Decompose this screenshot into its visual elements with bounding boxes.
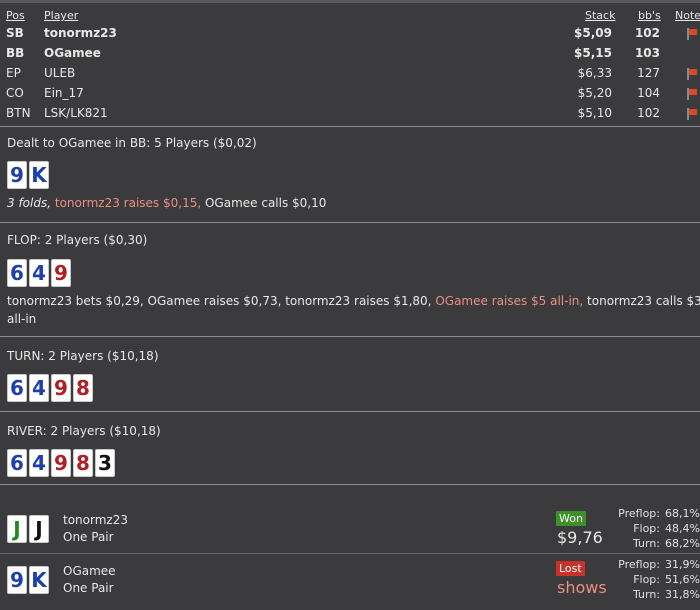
equity-value: 68,2% bbox=[665, 537, 700, 550]
player-row[interactable]: BB OGamee $5,15 103 bbox=[0, 43, 700, 63]
equity-label: Flop: bbox=[633, 522, 660, 535]
player-stack: $5,09 bbox=[574, 26, 612, 40]
showdown-player-2[interactable]: OGamee bbox=[63, 563, 116, 580]
playing-card: 6 bbox=[7, 449, 27, 477]
showdown-hand-1: One Pair bbox=[63, 530, 114, 544]
action-call: OGamee calls $0,10 bbox=[204, 196, 327, 210]
turn-cards: 6498 bbox=[7, 374, 93, 402]
divider bbox=[0, 222, 700, 223]
player-position: EP bbox=[6, 66, 21, 80]
equity-label: Turn: bbox=[632, 588, 660, 601]
equity-label: Flop: bbox=[633, 573, 660, 586]
equity-value: 31,8% bbox=[665, 588, 700, 601]
player-stack: $5,10 bbox=[577, 106, 612, 120]
playing-card: 9 bbox=[51, 259, 71, 287]
player-row[interactable]: BTN LSK/LK821 $5,10 102 bbox=[0, 103, 700, 123]
playing-card: 4 bbox=[29, 374, 49, 402]
flop-action-d: all-in bbox=[7, 312, 37, 326]
flop-actions: tonormz23 bets $0,29, OGamee raises $0,7… bbox=[7, 293, 700, 310]
header-player[interactable]: Player bbox=[44, 9, 78, 22]
player-bbs: 103 bbox=[634, 46, 660, 60]
flop-action-c: tonormz23 calls $3,14 bbox=[587, 294, 700, 308]
player-position: SB bbox=[6, 26, 24, 40]
playing-card: K bbox=[29, 161, 49, 189]
flop-cards: 649 bbox=[7, 259, 71, 287]
note-flag-icon[interactable] bbox=[686, 88, 697, 100]
showdown-cards-1: JJ bbox=[7, 515, 49, 543]
turn-title: TURN: 2 Players ($10,18) bbox=[7, 349, 159, 363]
playing-card: 8 bbox=[73, 374, 93, 402]
player-position: BB bbox=[6, 46, 25, 60]
divider bbox=[0, 336, 700, 337]
divider bbox=[0, 553, 700, 554]
player-row[interactable]: EP ULEB $6,33 127 bbox=[0, 63, 700, 83]
equity-value: 31,9% bbox=[665, 558, 700, 571]
player-stack: $5,20 bbox=[577, 86, 612, 100]
won-amount: $9,76 bbox=[557, 528, 603, 547]
river-title: RIVER: 2 Players ($10,18) bbox=[7, 424, 161, 438]
divider bbox=[0, 411, 700, 412]
showdown-hand-2: One Pair bbox=[63, 581, 114, 595]
showdown-player-1[interactable]: tonormz23 bbox=[63, 512, 128, 529]
flop-action-b: OGamee raises $5 all-in, bbox=[435, 294, 584, 308]
divider bbox=[0, 126, 700, 127]
action-raise: tonormz23 raises $0,15, bbox=[54, 196, 202, 210]
equity-label: Preflop: bbox=[618, 558, 660, 571]
player-name: ULEB bbox=[44, 66, 76, 80]
playing-card: 4 bbox=[29, 449, 49, 477]
won-badge: Won bbox=[556, 511, 586, 526]
equity-label: Turn: bbox=[632, 537, 660, 550]
preflop-actions: 3 folds, tonormz23 raises $0,15, OGamee … bbox=[7, 195, 326, 212]
playing-card: 4 bbox=[29, 259, 49, 287]
equity-value: 48,4% bbox=[665, 522, 700, 535]
header-stack[interactable]: Stack bbox=[585, 9, 615, 22]
player-bbs: 127 bbox=[637, 66, 660, 80]
playing-card: 9 bbox=[51, 449, 71, 477]
flop-title: FLOP: 2 Players ($0,30) bbox=[7, 233, 148, 247]
equity-stats-2: Preflop: 31,9% Flop: 51,6% Turn: 31,8% bbox=[600, 557, 700, 603]
river-cards: 64983 bbox=[7, 449, 115, 477]
top-border bbox=[0, 0, 700, 3]
playing-card: J bbox=[29, 515, 49, 543]
playing-card: 6 bbox=[7, 374, 27, 402]
note-flag-icon[interactable] bbox=[686, 28, 697, 40]
playing-card: 9 bbox=[7, 161, 27, 189]
lost-badge: Lost bbox=[556, 561, 585, 576]
playing-card: 6 bbox=[7, 259, 27, 287]
player-name: LSK/LK821 bbox=[44, 106, 108, 120]
note-flag-icon[interactable] bbox=[686, 68, 697, 80]
playing-card: 3 bbox=[95, 449, 115, 477]
header-pos[interactable]: Pos bbox=[6, 9, 25, 22]
player-name: Ein_17 bbox=[44, 86, 84, 100]
player-row[interactable]: SB tonormz23 $5,09 102 bbox=[0, 23, 700, 43]
player-position: BTN bbox=[6, 106, 31, 120]
header-bbs[interactable]: bb's bbox=[638, 9, 661, 22]
player-stack: $6,33 bbox=[577, 66, 612, 80]
playing-card: K bbox=[29, 566, 49, 594]
player-bbs: 102 bbox=[637, 106, 660, 120]
equity-value: 51,6% bbox=[665, 573, 700, 586]
divider bbox=[0, 484, 700, 485]
preflop-title: Dealt to OGamee in BB: 5 Players ($0,02) bbox=[7, 136, 257, 150]
player-position: CO bbox=[6, 86, 24, 100]
player-row[interactable]: CO Ein_17 $5,20 104 bbox=[0, 83, 700, 103]
note-flag-icon[interactable] bbox=[686, 108, 697, 120]
playing-card: J bbox=[7, 515, 27, 543]
equity-value: 68,1% bbox=[665, 507, 700, 520]
player-name: tonormz23 bbox=[44, 26, 117, 40]
player-name: OGamee bbox=[44, 46, 101, 60]
flop-action-a: tonormz23 bets $0,29, OGamee raises $0,7… bbox=[7, 294, 432, 308]
playing-card: 8 bbox=[73, 449, 93, 477]
player-bbs: 104 bbox=[637, 86, 660, 100]
playing-card: 9 bbox=[7, 566, 27, 594]
equity-stats-1: Preflop: 68,1% Flop: 48,4% Turn: 68,2% bbox=[600, 506, 700, 552]
hole-cards: 9K bbox=[7, 161, 49, 189]
header-notes[interactable]: Notes bbox=[675, 9, 700, 22]
showdown-cards-2: 9K bbox=[7, 566, 49, 594]
action-folds: 3 folds, bbox=[7, 196, 52, 210]
playing-card: 9 bbox=[51, 374, 71, 402]
equity-label: Preflop: bbox=[618, 507, 660, 520]
player-bbs: 102 bbox=[634, 26, 660, 40]
player-stack: $5,15 bbox=[574, 46, 612, 60]
